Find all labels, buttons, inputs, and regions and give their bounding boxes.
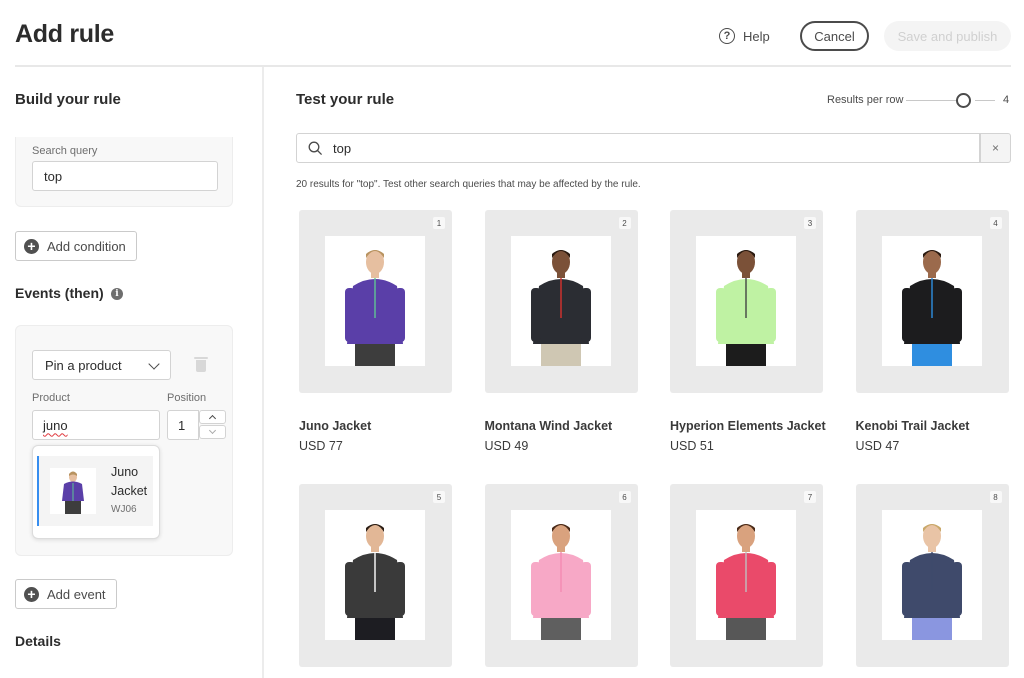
event-action-select[interactable]: Pin a product xyxy=(32,350,171,380)
product-price: USD 47 xyxy=(855,439,900,453)
product-image-frame: 7 xyxy=(670,484,823,667)
product-thumbnail xyxy=(50,468,96,514)
plus-circle-icon: + xyxy=(24,586,39,602)
product-name[interactable]: Hyperion Elements Jacket xyxy=(670,419,826,433)
test-rule-panel: Test your rule Results per row 4 top × 2… xyxy=(266,67,1024,678)
product-photo xyxy=(510,510,611,640)
product-photo xyxy=(696,510,796,640)
cancel-button[interactable]: Cancel xyxy=(800,21,869,51)
build-rule-heading: Build your rule xyxy=(15,91,121,108)
product-image-frame: 8 xyxy=(855,484,1009,667)
chevron-up-icon xyxy=(208,414,217,423)
increment-button[interactable] xyxy=(199,410,226,424)
results-per-row-value: 4 xyxy=(1003,94,1010,106)
decrement-button[interactable] xyxy=(199,425,226,439)
position-badge: 6 xyxy=(618,491,631,503)
position-badge: 5 xyxy=(433,491,445,503)
event-action-value: Pin a product xyxy=(45,357,122,373)
position-badge: 3 xyxy=(804,217,816,229)
product-image-frame: 3 xyxy=(670,210,823,393)
save-and-publish-button[interactable]: Save and publish xyxy=(884,21,1011,51)
product-image-frame: 5 xyxy=(299,484,452,667)
help-icon: ? xyxy=(719,28,735,44)
chevron-down-icon xyxy=(148,358,160,370)
product-photo xyxy=(325,510,425,640)
product-name[interactable]: Juno Jacket xyxy=(299,419,371,433)
position-badge: 7 xyxy=(804,491,816,503)
page-header: Add rule ? Help Cancel Save and publish xyxy=(0,0,1024,67)
product-name[interactable]: Montana Wind Jacket xyxy=(485,419,613,433)
product-input[interactable]: juno xyxy=(32,410,160,440)
product-image-frame: 2 xyxy=(484,210,638,393)
page-title: Add rule xyxy=(15,20,114,48)
search-icon xyxy=(308,141,322,155)
product-price: USD 49 xyxy=(484,439,529,453)
add-condition-label: Add condition xyxy=(47,238,126,254)
details-heading: Details xyxy=(15,633,61,649)
product-photo xyxy=(881,236,982,366)
clear-search-button[interactable]: × xyxy=(980,133,1011,163)
product-label: Product xyxy=(32,392,70,404)
add-condition-button[interactable]: + Add condition xyxy=(15,231,137,261)
product-autocomplete-dropdown: Juno Jacket WJ06 xyxy=(32,445,160,539)
product-image-frame: 4 xyxy=(855,210,1009,393)
product-photo xyxy=(696,236,796,366)
product-image-frame: 1 xyxy=(299,210,452,393)
position-label: Position xyxy=(167,392,207,404)
test-rule-heading: Test your rule xyxy=(296,91,395,108)
autocomplete-product-name: Juno Jacket xyxy=(111,465,148,498)
position-badge: 2 xyxy=(618,217,631,229)
test-search-input[interactable]: top xyxy=(296,133,980,163)
add-event-label: Add event xyxy=(47,586,106,602)
position-stepper[interactable]: 1 xyxy=(167,410,227,440)
product-input-value: juno xyxy=(43,417,68,433)
autocomplete-option[interactable]: Juno Jacket WJ06 xyxy=(37,456,153,526)
test-search-value: top xyxy=(333,140,352,156)
build-rule-panel: Build your rule Search query top + Add c… xyxy=(0,67,264,678)
results-per-row-slider-handle[interactable] xyxy=(956,93,971,108)
position-badge: 8 xyxy=(989,491,1002,503)
product-photo xyxy=(325,236,425,366)
add-event-button[interactable]: + Add event xyxy=(15,579,117,609)
trash-icon[interactable] xyxy=(194,356,208,373)
product-price: USD 77 xyxy=(299,439,343,453)
slider-track-remaining[interactable] xyxy=(975,100,995,101)
product-photo xyxy=(881,510,982,640)
search-query-card: Search query top xyxy=(15,137,233,207)
product-name[interactable]: Kenobi Trail Jacket xyxy=(856,419,970,433)
autocomplete-product-sku: WJ06 xyxy=(111,504,137,515)
position-badge: 1 xyxy=(433,217,445,229)
product-image-frame: 6 xyxy=(484,484,638,667)
event-card: Pin a product Product juno Position 1 Ju… xyxy=(15,325,233,556)
chevron-down-icon xyxy=(208,426,217,435)
help-button[interactable]: ? Help xyxy=(719,24,770,48)
position-badge: 4 xyxy=(989,217,1002,229)
jacket-photo-icon xyxy=(62,471,84,514)
plus-circle-icon: + xyxy=(24,238,39,254)
slider-track[interactable] xyxy=(906,100,957,101)
results-per-row-label: Results per row xyxy=(827,94,904,106)
search-query-label: Search query xyxy=(32,145,98,157)
position-value[interactable]: 1 xyxy=(167,410,199,440)
product-photo xyxy=(510,236,611,366)
results-summary: 20 results for "top". Test other search … xyxy=(296,179,641,190)
events-heading: Events (then) xyxy=(15,285,104,301)
search-query-input[interactable]: top xyxy=(32,161,218,191)
product-price: USD 51 xyxy=(670,439,714,453)
help-label: Help xyxy=(743,28,770,44)
info-icon[interactable]: i xyxy=(111,288,123,300)
